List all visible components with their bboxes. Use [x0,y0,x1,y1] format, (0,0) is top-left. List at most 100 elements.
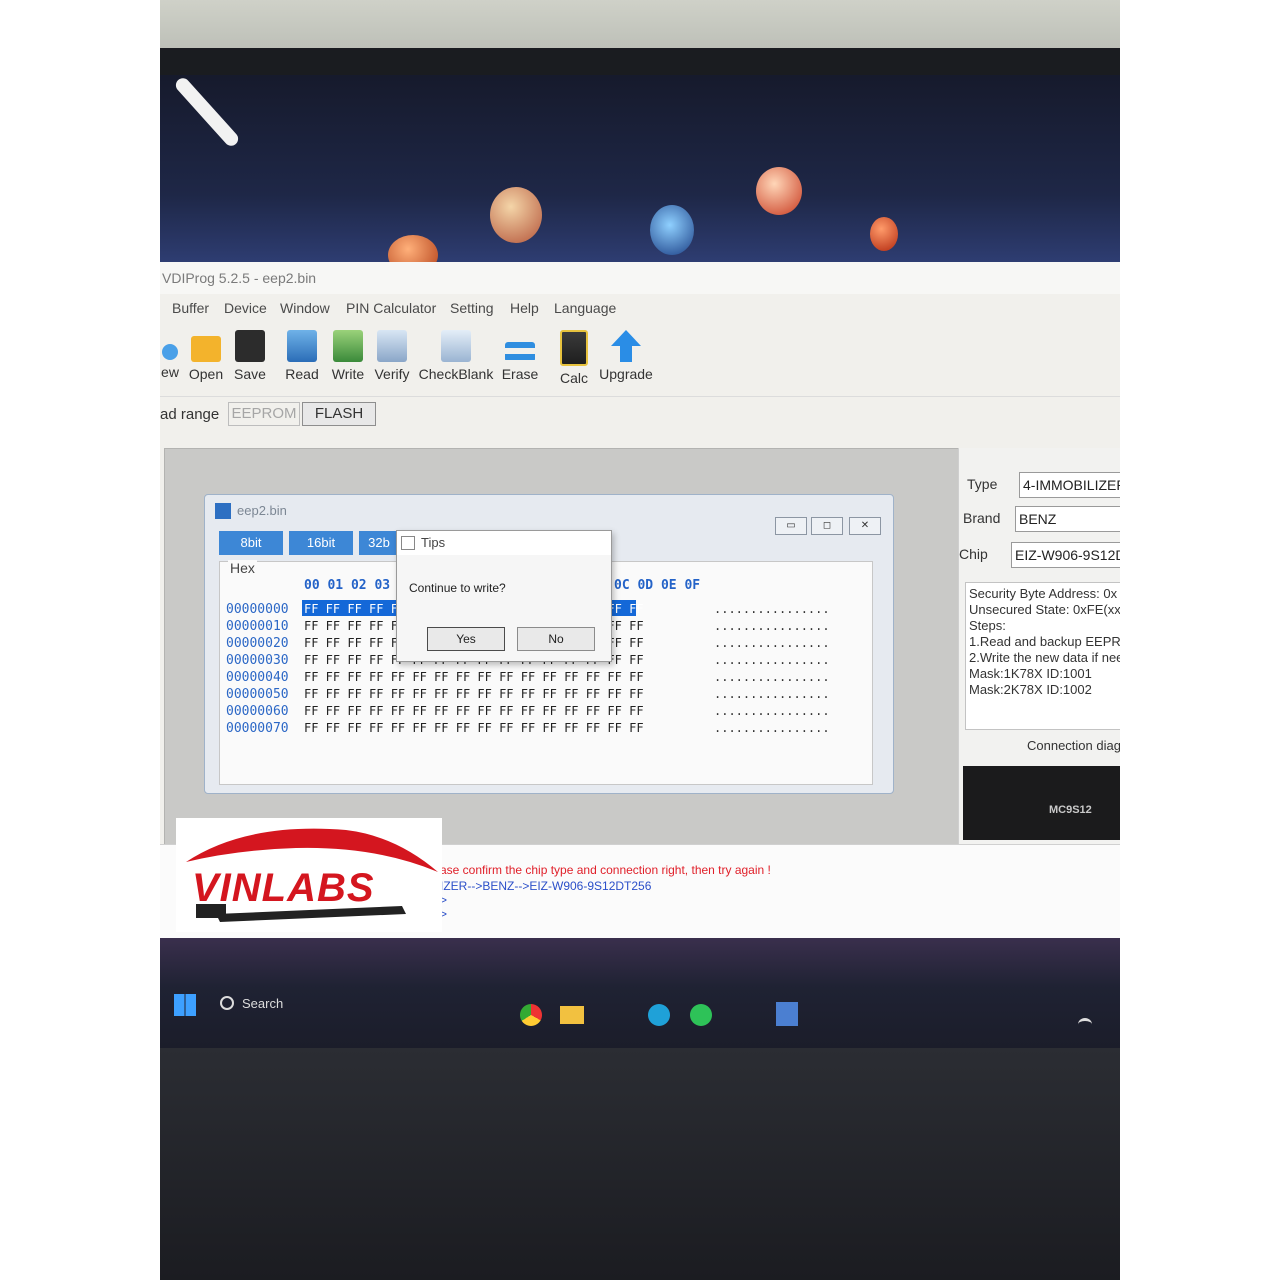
checkblank-button[interactable]: CheckBlank [418,330,494,382]
chip-instructions: Security Byte Address: 0x Unsecured Stat… [965,582,1120,730]
calc-button[interactable]: Calc [556,330,592,386]
menu-buffer[interactable]: Buffer [172,300,209,316]
planet-graphic [756,167,802,215]
new-label: ew [161,364,179,380]
dialog-title: Tips [421,535,446,550]
hex-byte-row[interactable]: FF FF FF FF FF FF FF FF FF FF FF FF FF F… [304,704,644,718]
erase-label: Erase [501,366,539,382]
new-button[interactable]: ew [160,330,180,380]
windows-taskbar: Search [160,938,1120,1048]
no-button[interactable]: No [517,627,595,651]
log-chip-path: IZER-->BENZ-->EIZ-W906-9S12DT256 [440,879,652,893]
vdiprog-taskbar-icon[interactable] [776,1002,798,1026]
tab-16bit[interactable]: 16bit [289,531,353,555]
info-line: Steps: [969,618,1006,633]
hex-byte-row[interactable]: FF FF FF FF FF FF FF FF FF FF FF FF FF F… [304,721,644,735]
hex-address: 00000000 [226,602,289,617]
menu-window[interactable]: Window [280,300,330,316]
chip-photo: MC9S12 [963,766,1120,840]
verify-magnifier-icon [377,330,407,362]
chip-label: Chip [959,546,988,562]
taskbar-search[interactable]: Search [242,996,283,1011]
erase-button[interactable]: Erase [500,330,540,382]
save-button[interactable]: Save [232,330,268,382]
write-label: Write [331,366,365,382]
menu-setting[interactable]: Setting [450,300,494,316]
read-button[interactable]: Read [282,330,322,382]
flash-tab[interactable]: FLASH [302,402,376,426]
device-info-panel: Type 4-IMMOBILIZER Brand BENZ Chip EIZ-W… [958,448,1120,844]
screen-bezel [160,48,1120,78]
folder-icon [191,336,221,362]
search-icon [220,996,234,1010]
hex-address: 00000020 [226,636,289,651]
verify-label: Verify [374,366,410,382]
menu-device[interactable]: Device [224,300,267,316]
hex-address: 00000060 [226,704,289,719]
hex-ascii-row: ................ [714,619,830,633]
upgrade-button[interactable]: Upgrade [598,330,654,382]
range-bar: ad range EEPROM FLASH [160,400,1120,432]
hex-byte-row[interactable]: FF FF FF FF FF FF FF FF FF FF FF FF FF F… [304,687,644,701]
floppy-disk-icon [235,330,265,362]
planet-graphic [650,205,694,255]
left-margin [0,0,160,1280]
whatsapp-icon[interactable] [690,1004,712,1026]
menu-language[interactable]: Language [554,300,616,316]
chrome-icon[interactable] [520,1004,542,1026]
edge-icon[interactable] [648,1004,670,1026]
column-header-left: 00 01 02 03 [304,578,391,593]
dialog-titlebar: Tips [397,531,611,555]
eeprom-tab[interactable]: EEPROM [228,402,300,426]
info-line: 1.Read and backup EEPRO [969,634,1120,649]
upgrade-arrow-icon [611,330,641,362]
info-line: 2.Write the new data if need [969,650,1120,665]
brand-field[interactable]: BENZ [1015,506,1120,532]
vinlabs-watermark-logo: VINLABS [176,818,442,932]
right-margin [1120,0,1280,1280]
maximize-button[interactable]: ◻ [811,517,843,535]
wifi-icon[interactable] [1078,1018,1092,1031]
watermark-text: VINLABS [192,866,375,910]
connection-diagram-label[interactable]: Connection diag [1027,738,1120,753]
log-error-line: ase confirm the chip type and connection… [440,863,771,877]
laptop-photo: VDIProg 5.2.5 - eep2.bin Buffer Device W… [160,0,1120,1280]
window-title: VDIProg 5.2.5 - eep2.bin [160,262,1120,294]
type-field[interactable]: 4-IMMOBILIZER [1019,472,1120,498]
hex-ascii-row: ................ [714,670,830,684]
tab-8bit[interactable]: 8bit [219,531,283,555]
hex-address: 00000040 [226,670,289,685]
chip-field[interactable]: EIZ-W906-9S12D [1011,542,1120,568]
write-button[interactable]: Write [328,330,368,382]
menu-pin-calculator[interactable]: PIN Calculator [346,300,436,316]
info-line: Security Byte Address: 0x [969,586,1118,601]
hex-address: 00000070 [226,721,289,736]
brand-label: Brand [963,510,1001,526]
windows-start-icon[interactable] [174,994,196,1016]
minimize-button[interactable]: ▭ [775,517,807,535]
menu-bar: Buffer Device Window PIN Calculator Sett… [160,294,1120,322]
dialog-app-icon [401,536,415,550]
hex-byte-row[interactable]: FF FF FF FF FF FF FF FF FF FF FF FF FF F… [304,670,644,684]
open-label: Open [188,366,224,382]
open-button[interactable]: Open [186,330,226,382]
hex-ascii-row: ................ [714,602,830,616]
yes-button[interactable]: Yes [427,627,505,651]
file-explorer-icon[interactable] [560,1006,584,1024]
write-chip-icon [333,330,363,362]
dialog-message: Continue to write? [409,581,506,595]
info-line: Unsecured State: 0xFE(xx [969,602,1120,617]
close-button[interactable]: ✕ [849,517,881,535]
info-line: Mask:1K78X ID:1001 [969,666,1092,681]
type-label: Type [967,476,998,492]
tab-32bit[interactable]: 32b [359,531,399,555]
hex-window-title: eep2.bin [237,503,287,518]
erase-icon [505,342,535,362]
info-line: Mask:2K78X ID:1002 [969,682,1092,697]
hex-address: 00000030 [226,653,289,668]
hex-ascii-row: ................ [714,721,830,735]
checkblank-magnifier-icon [441,330,471,362]
menu-help[interactable]: Help [510,300,539,316]
checkblank-label: CheckBlank [418,366,494,382]
verify-button[interactable]: Verify [372,330,412,382]
